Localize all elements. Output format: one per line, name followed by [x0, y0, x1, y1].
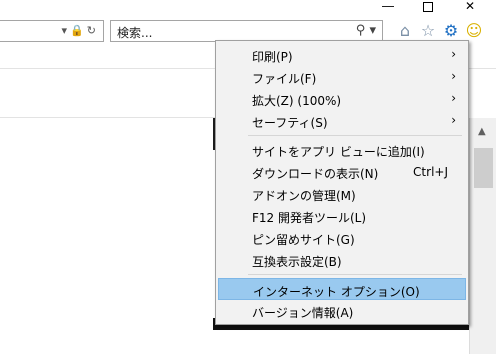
chevron-right-icon: ›: [451, 47, 456, 61]
menu-item-label: F12 開発者ツール(L): [252, 211, 367, 225]
lock-icon[interactable]: 🔒: [70, 24, 87, 37]
chevron-right-icon: ›: [451, 91, 456, 105]
chevron-right-icon: ›: [451, 113, 456, 127]
menu-item-view-downloads[interactable]: ダウンロードの表示(N) Ctrl+J: [218, 161, 466, 183]
refresh-icon[interactable]: ↻: [87, 24, 99, 37]
menu-item-label: ピン留めサイト(G): [252, 233, 355, 247]
page-divider: [0, 117, 215, 118]
scroll-thumb[interactable]: [474, 148, 493, 188]
menu-shortcut: Ctrl+J: [413, 165, 448, 179]
menu-item-label: サイトをアプリ ビューに追加(I): [252, 145, 425, 159]
window-caption: ― ✕: [376, 0, 496, 14]
menu-item-add-site-to-apps[interactable]: サイトをアプリ ビューに追加(I): [218, 139, 466, 161]
menu-item-label: インターネット オプション(O): [253, 285, 420, 299]
menu-item-label: 互換表示設定(B): [252, 255, 342, 269]
maximize-icon: [423, 2, 433, 12]
search-icons: ⚲ ▾: [356, 23, 376, 38]
maximize-button[interactable]: [418, 0, 438, 14]
menu-item-label: アドオンの管理(M): [252, 189, 356, 203]
search-input[interactable]: 検索...: [117, 24, 152, 41]
search-dropdown-icon[interactable]: ▾: [369, 23, 376, 38]
scroll-up-icon[interactable]: ▲: [478, 126, 486, 137]
menu-item-internet-options[interactable]: インターネット オプション(O): [218, 278, 466, 300]
menu-item-label: バージョン情報(A): [252, 306, 354, 320]
gear-icon[interactable]: ⚙: [441, 21, 461, 41]
menu-item-label: 印刷(P): [252, 50, 293, 64]
menu-item-about[interactable]: バージョン情報(A): [218, 300, 466, 322]
chevron-right-icon: ›: [451, 69, 456, 83]
page-scrollbar[interactable]: ▲: [469, 118, 496, 354]
star-icon[interactable]: ☆: [418, 21, 438, 41]
address-icons: ▾🔒↻: [62, 24, 99, 37]
smiley-icon[interactable]: ☺: [464, 21, 484, 41]
menu-item-f12-developer-tools[interactable]: F12 開発者ツール(L): [218, 205, 466, 227]
menu-item-safety[interactable]: セーフティ(S) ›: [218, 110, 466, 132]
menu-separator: [248, 274, 462, 275]
address-bar[interactable]: ▾🔒↻: [0, 20, 104, 42]
menu-item-print[interactable]: 印刷(P) ›: [218, 44, 466, 66]
dropdown-arrow-icon[interactable]: ▾: [62, 24, 71, 37]
magnifier-icon[interactable]: ⚲: [356, 23, 366, 38]
menu-item-label: 拡大(Z) (100%): [252, 94, 342, 108]
tools-menu: 印刷(P) › ファイル(F) › 拡大(Z) (100%) › セーフティ(S…: [215, 40, 469, 325]
menu-item-file[interactable]: ファイル(F) ›: [218, 66, 466, 88]
menu-item-pinned-sites[interactable]: ピン留めサイト(G): [218, 227, 466, 249]
home-icon[interactable]: ⌂: [395, 21, 415, 41]
menu-separator: [248, 135, 462, 136]
close-button[interactable]: ✕: [460, 0, 480, 14]
toolbar-icons: ⌂ ☆ ⚙ ☺: [395, 21, 495, 41]
menu-item-label: ファイル(F): [252, 72, 317, 86]
minimize-button[interactable]: ―: [378, 0, 398, 14]
menu-item-label: ダウンロードの表示(N): [252, 167, 379, 181]
menu-item-label: セーフティ(S): [252, 116, 328, 130]
menu-item-zoom[interactable]: 拡大(Z) (100%) ›: [218, 88, 466, 110]
menu-item-compatibility-view[interactable]: 互換表示設定(B): [218, 249, 466, 271]
search-box[interactable]: 検索... ⚲ ▾: [110, 20, 383, 42]
menu-item-manage-addons[interactable]: アドオンの管理(M): [218, 183, 466, 205]
